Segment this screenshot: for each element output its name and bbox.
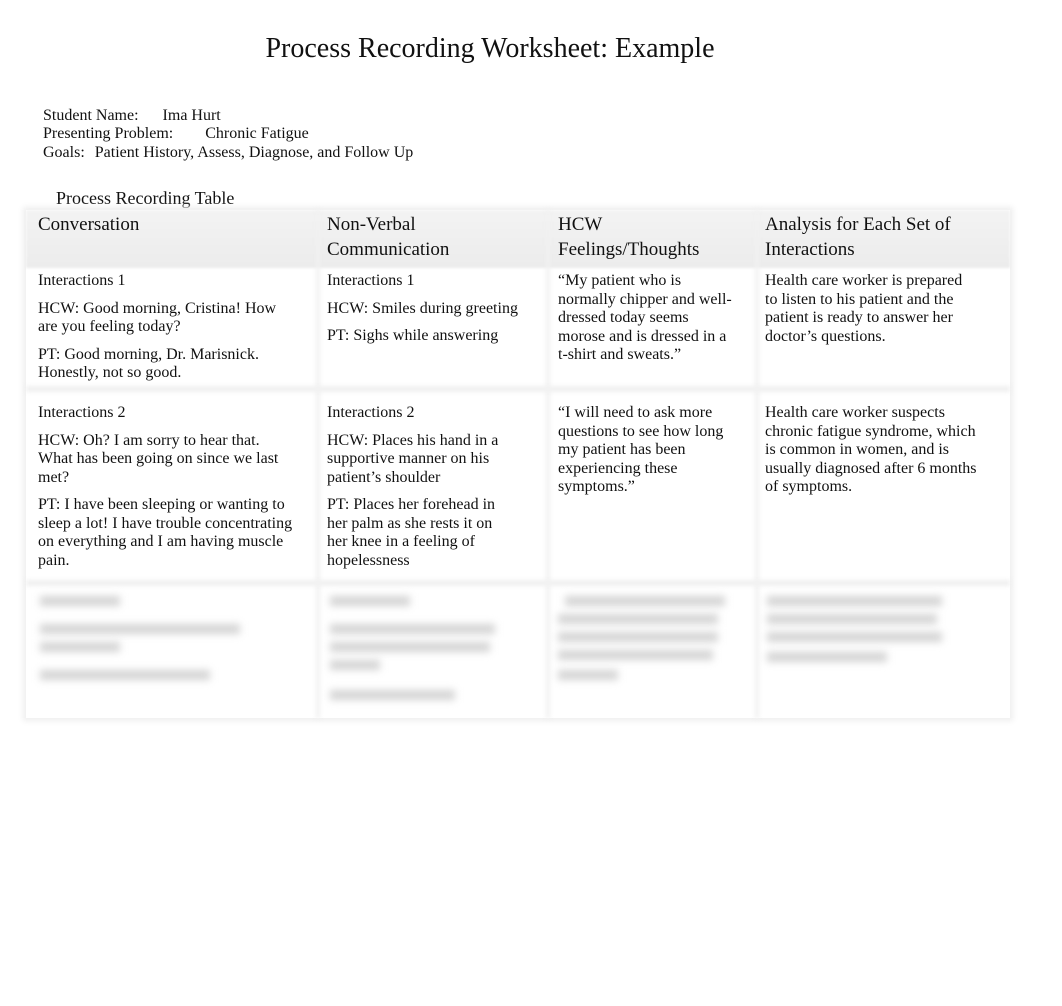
goals-value: Patient History, Assess, Diagnose, and F…	[94, 144, 414, 161]
row-divider	[26, 580, 1010, 586]
goals-label: Goals:	[43, 144, 85, 161]
header-feelings: HCW Feelings/Thoughts	[558, 214, 700, 260]
hcw-line: HCW: Places his hand in a supportive man…	[327, 431, 499, 486]
column-divider	[316, 210, 320, 718]
row1-analysis: Health care worker is prepared to listen…	[765, 272, 963, 345]
goals-line: Goals: Patient History, Assess, Diagnose…	[43, 144, 413, 162]
interaction-label: Interactions 1	[327, 272, 415, 289]
header-conversation: Conversation	[38, 214, 140, 235]
row1-nonverbal: Interactions 1 HCW: Smiles during greeti…	[327, 272, 532, 355]
pt-line: PT: I have been sleeping or wanting to s…	[38, 496, 293, 569]
hcw-line: HCW: Oh? I am sorry to hear that. What h…	[38, 431, 279, 486]
row1-feelings: “My patient who is normally chipper and …	[558, 272, 732, 363]
column-divider	[546, 210, 550, 718]
student-name-label: Student Name:	[43, 107, 139, 124]
hcw-line: HCW: Smiles during greeting	[327, 299, 518, 317]
pt-line: PT: Good morning, Dr. Marisnick. Honestl…	[38, 345, 259, 382]
row2-conversation: Interactions 2 HCW: Oh? I am sorry to he…	[38, 404, 293, 579]
student-name-value: Ima Hurt	[162, 107, 221, 124]
pt-line: PT: Sighs while answering	[327, 327, 499, 344]
interaction-label: Interactions 2	[327, 404, 415, 421]
row2-nonverbal: Interactions 2 HCW: Places his hand in a…	[327, 404, 507, 579]
presenting-problem-value: Chronic Fatigue	[205, 125, 309, 142]
row2-feelings: “I will need to ask more questions to se…	[558, 404, 724, 495]
row1-conversation: Interactions 1 HCW: Good morning, Cristi…	[38, 272, 293, 392]
presenting-problem-label: Presenting Problem:	[43, 125, 174, 142]
pt-line: PT: Places her forehead in her palm as s…	[327, 496, 496, 569]
interaction-label: Interactions 1	[38, 272, 126, 289]
column-divider	[755, 210, 759, 718]
header-nonverbal: Non-Verbal Communication	[327, 214, 450, 260]
student-name-line: Student Name: Ima Hurt	[43, 107, 221, 125]
hcw-line: HCW: Good morning, Cristina! How are you…	[38, 299, 277, 336]
row2-analysis: Health care worker suspects chronic fati…	[765, 404, 977, 495]
table-caption: Process Recording Table	[56, 188, 235, 208]
interaction-label: Interactions 2	[38, 404, 126, 421]
header-analysis: Analysis for Each Set of Interactions	[765, 214, 951, 260]
page-title: Process Recording Worksheet: Example	[265, 33, 715, 64]
presenting-problem-line: Presenting Problem: Chronic Fatigue	[43, 125, 309, 143]
